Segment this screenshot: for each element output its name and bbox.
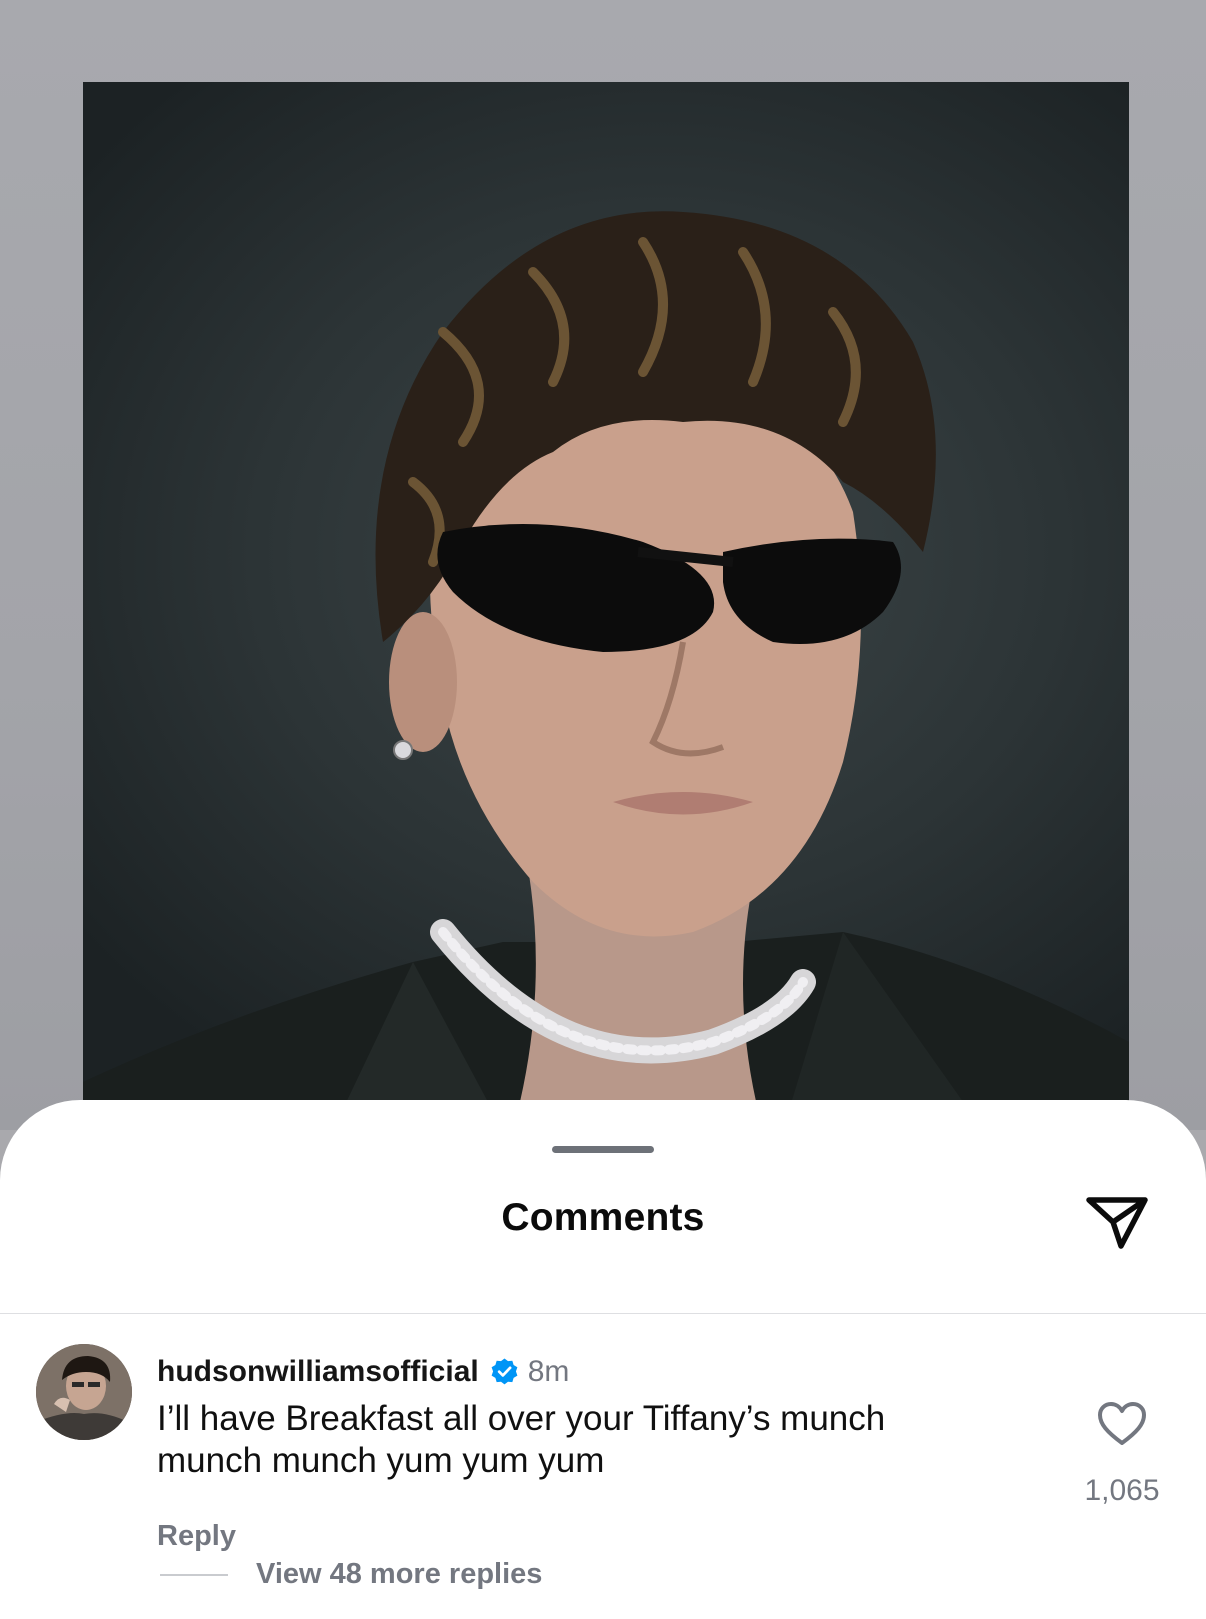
view-replies-label: View 48 more replies bbox=[256, 1558, 543, 1590]
comment-username[interactable]: hudsonwilliamsofficial bbox=[157, 1355, 479, 1389]
reply-button[interactable]: Reply bbox=[157, 1520, 236, 1553]
comments-sheet: Comments hudsonwilliamsofficial 8m I’ll … bbox=[0, 1100, 1206, 1619]
sheet-drag-handle[interactable] bbox=[552, 1146, 654, 1153]
share-button[interactable] bbox=[1082, 1186, 1152, 1256]
comment-text: I’ll have Breakfast all over your Tiffan… bbox=[157, 1399, 886, 1480]
comment-timestamp: 8m bbox=[527, 1355, 570, 1388]
portrait-illustration bbox=[83, 211, 1129, 1130]
screen: Comments hudsonwilliamsofficial 8m I’ll … bbox=[0, 0, 1206, 1619]
avatar[interactable] bbox=[36, 1344, 132, 1440]
heart-icon bbox=[1097, 1401, 1147, 1452]
comment-item: hudsonwilliamsofficial 8m I’ll have Brea… bbox=[0, 1314, 1206, 1614]
like-button[interactable] bbox=[1096, 1401, 1148, 1452]
dimmed-post-backdrop[interactable] bbox=[0, 0, 1206, 1130]
replies-divider-line bbox=[160, 1573, 228, 1576]
sheet-title: Comments bbox=[501, 1196, 705, 1239]
view-replies-button[interactable]: View 48 more replies bbox=[160, 1558, 542, 1591]
send-icon bbox=[1082, 1184, 1152, 1259]
like-count: 1,065 bbox=[1084, 1474, 1160, 1507]
post-photo bbox=[83, 82, 1129, 1130]
verified-badge-icon bbox=[489, 1357, 520, 1388]
comment-meta: hudsonwilliamsofficial 8m bbox=[157, 1352, 569, 1392]
